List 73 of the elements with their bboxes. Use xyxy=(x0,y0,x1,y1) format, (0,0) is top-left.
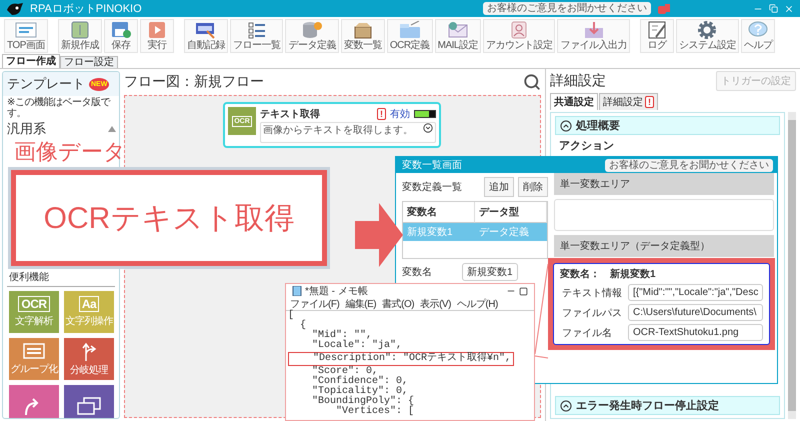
canvas-title: フロー図：新規フロー xyxy=(124,73,264,91)
tab[interactable]: 共通設定 xyxy=(550,93,598,110)
input-field[interactable]: [{"Mid":"","Locale":"ja","Desc xyxy=(628,284,764,301)
table-cell-text: データ定義 xyxy=(478,226,530,240)
tab[interactable]: 詳細設定 ! xyxy=(599,93,658,110)
tab[interactable]: フロー作成 xyxy=(2,54,60,68)
toolbar-button[interactable]: ログ xyxy=(640,19,674,53)
dialog-button[interactable]: 追加 xyxy=(484,177,514,197)
menu-item[interactable]: ヘルプ(H) xyxy=(456,297,498,311)
field-label: ファイルパス xyxy=(561,306,622,320)
warning-badge: ! xyxy=(645,96,654,108)
toolbar-button[interactable]: 保存 xyxy=(104,19,138,53)
panel-title: 詳細設定 xyxy=(550,72,606,90)
field-label: アクション xyxy=(558,139,615,153)
variable-name: 新規変数1 xyxy=(610,267,656,281)
section-title: エラー発生時フロー停止設定 xyxy=(576,398,719,413)
list-title: 変数定義一覧 xyxy=(402,180,463,194)
toolbar-button[interactable]: OCR定義 xyxy=(386,19,433,53)
toolbar-button[interactable]: アカウント設定 xyxy=(482,19,556,53)
code-line: "Mid": "", xyxy=(311,331,373,341)
category-title: 汎用系 xyxy=(7,120,46,138)
toolbar-button[interactable]: ファイル入出力 xyxy=(557,19,630,53)
tile-icon-text: OCR xyxy=(18,296,50,312)
warning-badge: ! xyxy=(377,108,386,120)
template-title: テンプレート xyxy=(7,75,85,93)
code-line: "Confidence": 0, xyxy=(311,377,410,387)
field-label: 変数名 xyxy=(402,266,433,279)
toolbar-button[interactable]: 実行 xyxy=(140,19,174,53)
toolbar-button[interactable]: 新規作成 xyxy=(58,19,102,53)
code-line: { xyxy=(299,321,308,331)
template-tile[interactable]: 分岐処理 xyxy=(64,338,114,380)
toolbar-button[interactable]: MAIL設定 xyxy=(434,19,481,53)
area-header: 単一変数エリア xyxy=(554,173,774,195)
input-field[interactable]: OCR-TextShutoku1.png xyxy=(628,324,764,341)
sample-image-text: OCRテキスト取得 xyxy=(11,170,327,266)
feedback-link[interactable]: お客様のご意見をお聞かせください xyxy=(605,158,773,172)
menu-item[interactable]: 編集(E) xyxy=(345,297,376,311)
code-line: "Topicality": 0, xyxy=(311,387,409,397)
menu-item[interactable]: ファイル(F) xyxy=(290,297,340,311)
annotation-caption: 画像データ xyxy=(14,138,126,166)
field-label: ファイル名 xyxy=(561,326,613,340)
code-line: "Vertices": [ xyxy=(335,407,416,417)
tab[interactable]: フロー設定 xyxy=(60,56,118,68)
dialog-title: 変数一覧画面 xyxy=(402,158,462,172)
area-header: 単一変数エリア（データ定義型） xyxy=(554,235,774,257)
node-title: テキスト取得 xyxy=(260,108,321,121)
window-title: *無題 - メモ帳 xyxy=(305,285,369,298)
tile-icon-text: Aa xyxy=(78,296,100,312)
feedback-link[interactable]: お客様のご意見をお聞かせください xyxy=(483,2,651,15)
table-cell-text: 新規変数1 xyxy=(406,226,454,240)
toolbar-button[interactable]: 自動記録 xyxy=(184,19,228,53)
toolbar-button[interactable]: TOP画面 xyxy=(4,19,48,53)
dialog-button[interactable]: 削除 xyxy=(518,177,548,197)
code-line: "BoundingPoly": { xyxy=(311,397,416,407)
field-label: テキスト情報 xyxy=(561,286,622,300)
toolbar-button[interactable]: データ定義 xyxy=(285,19,339,53)
input-field[interactable]: 新規変数1 xyxy=(462,263,518,281)
toolbar-button[interactable]: 変数一覧 xyxy=(340,19,385,53)
toolbar-button[interactable]: ヘルプ xyxy=(740,19,776,53)
beta-note: ※この機能はベータ版です。 xyxy=(6,96,112,120)
section-title: 処理概要 xyxy=(576,118,620,133)
app-title: RPAロボットPINOKIO xyxy=(30,2,142,16)
status-label: 有効 xyxy=(390,108,410,121)
node-description: 画像からテキストを取得します。 xyxy=(263,124,413,138)
toolbar-button[interactable]: システム設定 xyxy=(676,19,739,53)
menu-item[interactable]: 表示(V) xyxy=(420,297,451,311)
code-line: "Score": 0, xyxy=(311,367,378,377)
input-field[interactable]: C:\Users\future\Documents\ xyxy=(628,304,764,321)
code-line: "Locale": "ja", xyxy=(311,341,404,351)
menu-item[interactable]: 書式(O) xyxy=(382,297,414,311)
toolbar-button[interactable]: フロー一覧 xyxy=(230,19,284,53)
code-line: [ xyxy=(288,311,296,321)
field-label: 変数名： xyxy=(560,267,600,281)
